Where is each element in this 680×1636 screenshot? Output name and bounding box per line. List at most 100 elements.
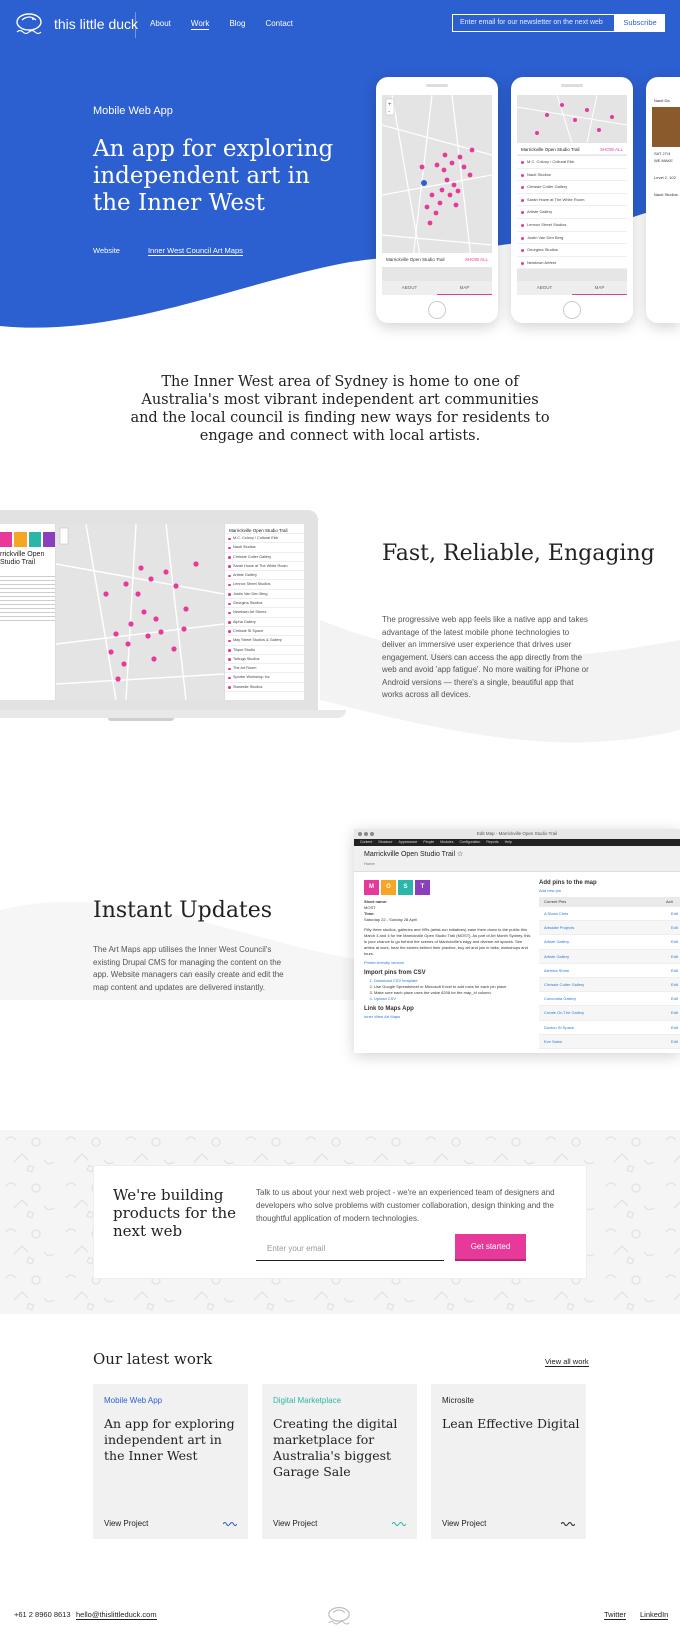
cms-menu-item[interactable]: Content	[360, 840, 372, 844]
cta-email-input[interactable]: Enter your email	[256, 1234, 444, 1261]
edit-link[interactable]: Edit	[671, 978, 678, 992]
pin-name[interactable]: Concordia Gallery	[544, 996, 576, 1001]
list-item[interactable]: Lennox Street Studios	[517, 218, 627, 232]
list-item[interactable]: Sarah Howe at The White Room	[517, 193, 627, 207]
list-item[interactable]: Nauti Studios	[517, 168, 627, 182]
list-item[interactable]: Lennox Street Studios	[225, 580, 304, 590]
nav-contact[interactable]: Contact	[265, 19, 293, 30]
subscribe-button[interactable]: Subscribe	[615, 14, 665, 32]
edit-link[interactable]: Edit	[671, 921, 678, 935]
footer-phone[interactable]: +61 2 8960 8613	[14, 1610, 71, 1619]
list-item[interactable]: Newtown Artfest	[517, 256, 627, 270]
edit-link[interactable]: Edit	[671, 907, 678, 921]
table-row: Eve Saies Edit	[539, 1034, 680, 1049]
star-icon[interactable]: ☆	[457, 851, 463, 858]
list-item[interactable]: Tilque Studio	[225, 646, 304, 655]
cms-page-title: Marrickville Open Studio Trail	[364, 851, 456, 858]
edit-link[interactable]: Edit	[671, 950, 678, 964]
pin-icon	[228, 611, 231, 615]
printer-link[interactable]: Printer-friendly version	[364, 960, 532, 966]
list-item[interactable]: Chrissie Cotter Gallery	[517, 181, 627, 194]
duck-logo-icon[interactable]	[326, 1605, 352, 1627]
list-item[interactable]: Tortuga Studios	[225, 655, 304, 665]
list-item[interactable]: Georgina Studios	[225, 599, 304, 609]
pin-name[interactable]: Alemira Shrim	[544, 968, 569, 973]
pin-icon	[228, 667, 231, 671]
view-project-link[interactable]: View Project	[273, 1519, 317, 1528]
get-started-button[interactable]: Get started	[455, 1234, 526, 1259]
work-card[interactable]: Digital Marketplace Creating the digital…	[262, 1384, 417, 1539]
brand-logo[interactable]: this little duck	[14, 11, 138, 37]
trail-bar[interactable]: Marrickville Open Studio Trail SHOW ALL	[382, 253, 492, 267]
edit-link[interactable]: Edit	[671, 1035, 678, 1049]
cms-menu-item[interactable]: People	[423, 840, 434, 844]
pin-name[interactable]: Chrissie Cotter Gallery	[544, 982, 584, 987]
newsletter-email-input[interactable]: Enter email for our newsletter on the ne…	[452, 14, 615, 32]
list-item[interactable]: May Street Studios & Gallery	[225, 636, 304, 646]
list-item[interactable]: Newtown Art Stores	[225, 608, 304, 618]
pin-name[interactable]: Duxton St Space	[544, 1025, 574, 1030]
detail-studio: Nauti Studios	[654, 192, 678, 197]
maps-app-link[interactable]: Inner West Art Maps	[364, 1014, 400, 1019]
show-all-link[interactable]: SHOW ALL	[600, 147, 623, 152]
laptop-list-header: Marrickville Open Studio Trail	[225, 524, 304, 534]
list-item[interactable]: Chrissie Cotter Gallery	[225, 553, 304, 562]
cms-menu-item[interactable]: Help	[505, 840, 512, 844]
nav-blog[interactable]: Blog	[229, 19, 245, 30]
tab-map[interactable]: MAP	[437, 281, 492, 295]
show-all-link[interactable]: SHOW ALL	[465, 257, 488, 262]
view-all-work-link[interactable]: View all work	[545, 1357, 589, 1367]
edit-link[interactable]: Edit	[671, 1006, 678, 1020]
nav-about[interactable]: About	[150, 19, 171, 30]
list-item[interactable]: The Art Room	[225, 664, 304, 674]
art-maps-link[interactable]: Inner West Council Art Maps	[147, 246, 243, 256]
list-item[interactable]: Chrissie St Space	[225, 627, 304, 637]
list-item[interactable]: Georgina Studios	[517, 244, 627, 257]
add-pin-link[interactable]: Add new pin	[539, 888, 680, 893]
pin-name[interactable]: Artsdale Projects	[544, 925, 574, 930]
cms-breadcrumb[interactable]: Home	[364, 861, 670, 866]
list-item[interactable]: Artiste Gallery	[517, 206, 627, 219]
pin-name[interactable]: Create On The Gallery	[544, 1010, 584, 1015]
pin-name[interactable]: Eve Saies	[544, 1039, 562, 1044]
footer-linkedin[interactable]: LinkedIn	[640, 1610, 669, 1620]
list-item[interactable]: M.C. Colony / Cultural Ebb	[517, 156, 627, 169]
import-step[interactable]: Upload CSV	[374, 996, 532, 1002]
list-item[interactable]: Staneslie Studios	[225, 683, 304, 693]
website-link[interactable]: Website	[93, 246, 120, 256]
pin-name[interactable]: Artiste Gallery	[544, 939, 569, 944]
view-project-link[interactable]: View Project	[442, 1519, 486, 1528]
footer-twitter[interactable]: Twitter	[604, 1610, 627, 1620]
list-item[interactable]: M.C. Colony / Cultural Ebb	[225, 534, 304, 544]
cms-menu-item[interactable]: Appearance	[398, 840, 417, 844]
tab-about[interactable]: ABOUT	[517, 281, 572, 295]
list-item[interactable]: Justin Van Den Berg	[225, 590, 304, 600]
edit-link[interactable]: Edit	[671, 992, 678, 1006]
list-item[interactable]: Sarah Howe at The White Room	[225, 562, 304, 572]
list-item[interactable]: Alpha Gallery	[225, 618, 304, 627]
cms-menu-item[interactable]: Configuration	[460, 840, 481, 844]
pin-name[interactable]: A Sloan Chris	[544, 911, 568, 916]
work-card[interactable]: Mobile Web App An app for exploring inde…	[93, 1384, 248, 1539]
list-item[interactable]: Nauti Studios	[225, 543, 304, 553]
view-project-link[interactable]: View Project	[104, 1519, 148, 1528]
list-item[interactable]: Justin Van Den Berg	[517, 231, 627, 245]
pin-name[interactable]: Artiste Gallery	[544, 954, 569, 959]
list-item[interactable]: Artiste Gallery	[225, 571, 304, 581]
col-actions: Acti	[666, 899, 673, 904]
tile: T	[415, 880, 430, 895]
edit-link[interactable]: Edit	[671, 964, 678, 978]
laptop-base	[0, 710, 346, 718]
work-card[interactable]: Microsite Lean Effective Digital View Pr…	[431, 1384, 586, 1539]
list-item[interactable]: Sporter Workshop Inc	[225, 673, 304, 683]
tab-about[interactable]: ABOUT	[382, 281, 437, 295]
cms-menu-item[interactable]: Modules	[440, 840, 453, 844]
edit-link[interactable]: Edit	[671, 1021, 678, 1035]
footer-email[interactable]: hello@thislittleduck.com	[76, 1610, 157, 1620]
tab-map[interactable]: MAP	[572, 281, 627, 295]
cms-menu-item[interactable]: Structure	[378, 840, 392, 844]
trail-bar[interactable]: Marrickville Open Studio Trail SHOW ALL	[517, 143, 627, 155]
cms-menu-item[interactable]: Reports	[486, 840, 498, 844]
edit-link[interactable]: Edit	[671, 935, 678, 949]
nav-work[interactable]: Work	[190, 19, 210, 30]
